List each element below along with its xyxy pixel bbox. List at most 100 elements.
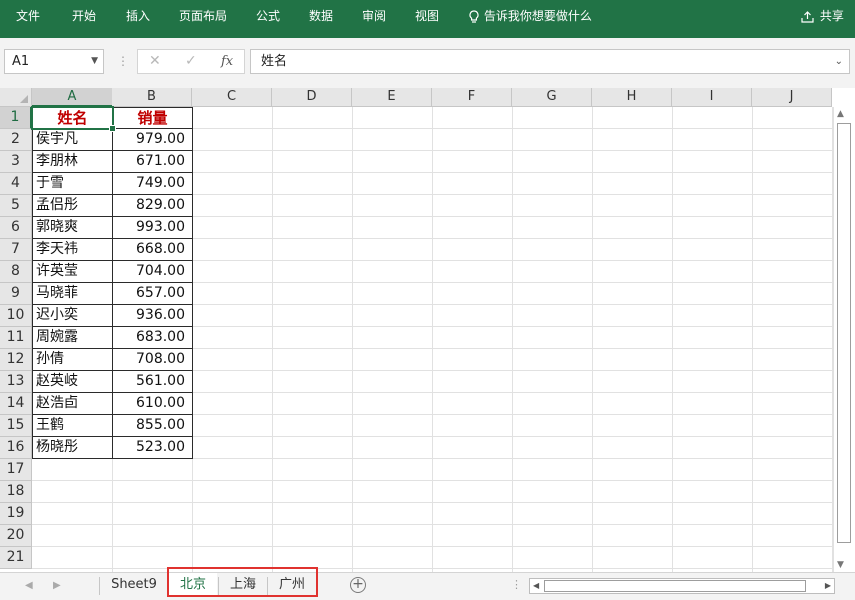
row-header-7[interactable]: 7 — [0, 239, 32, 261]
worksheet-grid[interactable]: ABCDEFGHIJ 1 2 3 4 5 6 7 8 9 10 11 12 13 14 15 16 17 18 19… — [0, 88, 855, 572]
cell-sales[interactable]: 668.00 — [113, 239, 193, 261]
cell-sales[interactable]: 993.00 — [113, 217, 193, 239]
cell-name[interactable]: 许英莹 — [32, 261, 113, 283]
enter-icon[interactable]: ✓ — [185, 50, 197, 73]
cell-sales[interactable]: 936.00 — [113, 305, 193, 327]
cell-sales[interactable]: 749.00 — [113, 173, 193, 195]
horizontal-scroll-thumb[interactable] — [544, 580, 806, 592]
cancel-icon[interactable]: ✕ — [149, 50, 161, 73]
cell-sales[interactable]: 610.00 — [113, 393, 193, 415]
cell-name[interactable]: 赵英岐 — [32, 371, 113, 393]
row-header-10[interactable]: 10 — [0, 305, 32, 327]
add-sheet-icon[interactable]: + — [350, 577, 366, 593]
prev-sheet-icon[interactable]: ◀ — [25, 573, 33, 599]
share-icon — [801, 10, 814, 23]
cell-sales[interactable]: 855.00 — [113, 415, 193, 437]
tab-formulas[interactable]: 公式 — [256, 0, 280, 32]
column-header-f[interactable]: F — [432, 88, 512, 107]
scroll-left-icon[interactable]: ◀ — [533, 579, 539, 593]
cell-sales[interactable]: 683.00 — [113, 327, 193, 349]
cell-name[interactable]: 孙倩 — [32, 349, 113, 371]
select-all-button[interactable] — [0, 88, 32, 107]
column-header-h[interactable]: H — [592, 88, 672, 107]
row-header-9[interactable]: 9 — [0, 283, 32, 305]
row-header-17[interactable]: 17 — [0, 459, 32, 481]
cell-sales[interactable]: 708.00 — [113, 349, 193, 371]
tab-view[interactable]: 视图 — [415, 0, 439, 32]
scroll-right-icon[interactable]: ▶ — [825, 579, 831, 593]
tab-file[interactable]: 文件 — [16, 0, 40, 32]
cell-sales[interactable]: 979.00 — [113, 129, 193, 151]
column-header-j[interactable]: J — [752, 88, 832, 107]
cell-name[interactable]: 迟小奕 — [32, 305, 113, 327]
tab-insert[interactable]: 插入 — [126, 0, 150, 32]
column-header-g[interactable]: G — [512, 88, 592, 107]
row-header-14[interactable]: 14 — [0, 393, 32, 415]
cell-name[interactable]: 杨晓彤 — [32, 437, 113, 459]
cell-name[interactable]: 郭晓爽 — [32, 217, 113, 239]
column-header-b[interactable]: B — [112, 88, 192, 107]
cell-name[interactable]: 李朋林 — [32, 151, 113, 173]
sheet-tab-sheet9[interactable]: Sheet9 — [103, 573, 165, 597]
row-header-6[interactable]: 6 — [0, 217, 32, 239]
cell-sales[interactable]: 561.00 — [113, 371, 193, 393]
tab-home[interactable]: 开始 — [72, 0, 96, 32]
scroll-up-icon[interactable]: ▲ — [837, 109, 844, 119]
insert-function-icon[interactable]: fx — [221, 50, 233, 73]
cell-name[interactable]: 李天祎 — [32, 239, 113, 261]
name-box[interactable]: A1 ▼ — [4, 49, 104, 74]
tell-me-box[interactable]: 告诉我你想要做什么 — [468, 0, 592, 32]
row-header-8[interactable]: 8 — [0, 261, 32, 283]
cell-sales[interactable]: 829.00 — [113, 195, 193, 217]
share-label: 共享 — [819, 9, 844, 23]
row-header-19[interactable]: 19 — [0, 503, 32, 525]
gridline-horizontal — [32, 502, 832, 503]
tab-page-layout[interactable]: 页面布局 — [179, 0, 227, 32]
row-header-4[interactable]: 4 — [0, 173, 32, 195]
column-header-d[interactable]: D — [272, 88, 352, 107]
tab-review[interactable]: 审阅 — [362, 0, 386, 32]
cell-name[interactable]: 王鹤 — [32, 415, 113, 437]
share-button[interactable]: 共享 — [800, 0, 844, 32]
row-header-12[interactable]: 12 — [0, 349, 32, 371]
expand-formula-bar-icon[interactable]: ⌄ — [835, 50, 843, 73]
scroll-down-icon[interactable]: ▼ — [837, 560, 844, 570]
tab-split-handle[interactable]: ⋮ — [511, 573, 522, 597]
row-header-21[interactable]: 21 — [0, 547, 32, 569]
row-header-2[interactable]: 2 — [0, 129, 32, 151]
row-header-20[interactable]: 20 — [0, 525, 32, 547]
cell-sales[interactable]: 671.00 — [113, 151, 193, 173]
name-box-dropdown-icon[interactable]: ▼ — [91, 50, 98, 73]
row-header-18[interactable]: 18 — [0, 481, 32, 503]
column-header-a[interactable]: A — [32, 88, 113, 107]
vertical-scroll-thumb[interactable] — [837, 123, 851, 543]
next-sheet-icon[interactable]: ▶ — [53, 573, 61, 599]
gridline-horizontal — [32, 546, 832, 547]
cell-name[interactable]: 赵浩卣 — [32, 393, 113, 415]
column-header-e[interactable]: E — [352, 88, 432, 107]
formula-input[interactable]: 姓名 ⌄ — [250, 49, 850, 74]
row-header-11[interactable]: 11 — [0, 327, 32, 349]
cell-name[interactable]: 周婉露 — [32, 327, 113, 349]
cell-name[interactable]: 于雪 — [32, 173, 113, 195]
cell-name[interactable]: 侯宇凡 — [32, 129, 113, 151]
formula-bar-resize-handle[interactable]: ⋮ — [117, 49, 129, 74]
row-header-13[interactable]: 13 — [0, 371, 32, 393]
cell-name[interactable]: 马晓菲 — [32, 283, 113, 305]
header-cell-name[interactable]: 姓名 — [32, 107, 113, 129]
cell-sales[interactable]: 704.00 — [113, 261, 193, 283]
column-header-i[interactable]: I — [672, 88, 752, 107]
tab-data[interactable]: 数据 — [309, 0, 333, 32]
horizontal-scrollbar[interactable]: ◀ ▶ — [529, 578, 835, 594]
row-header-15[interactable]: 15 — [0, 415, 32, 437]
cell-sales[interactable]: 523.00 — [113, 437, 193, 459]
cell-name[interactable]: 孟侣彤 — [32, 195, 113, 217]
row-header-16[interactable]: 16 — [0, 437, 32, 459]
row-header-5[interactable]: 5 — [0, 195, 32, 217]
vertical-scrollbar[interactable]: ▲ ▼ — [833, 107, 855, 572]
header-cell-sales[interactable]: 销量 — [113, 107, 193, 129]
row-header-1[interactable]: 1 — [0, 107, 32, 129]
column-header-c[interactable]: C — [192, 88, 272, 107]
cell-sales[interactable]: 657.00 — [113, 283, 193, 305]
row-header-3[interactable]: 3 — [0, 151, 32, 173]
